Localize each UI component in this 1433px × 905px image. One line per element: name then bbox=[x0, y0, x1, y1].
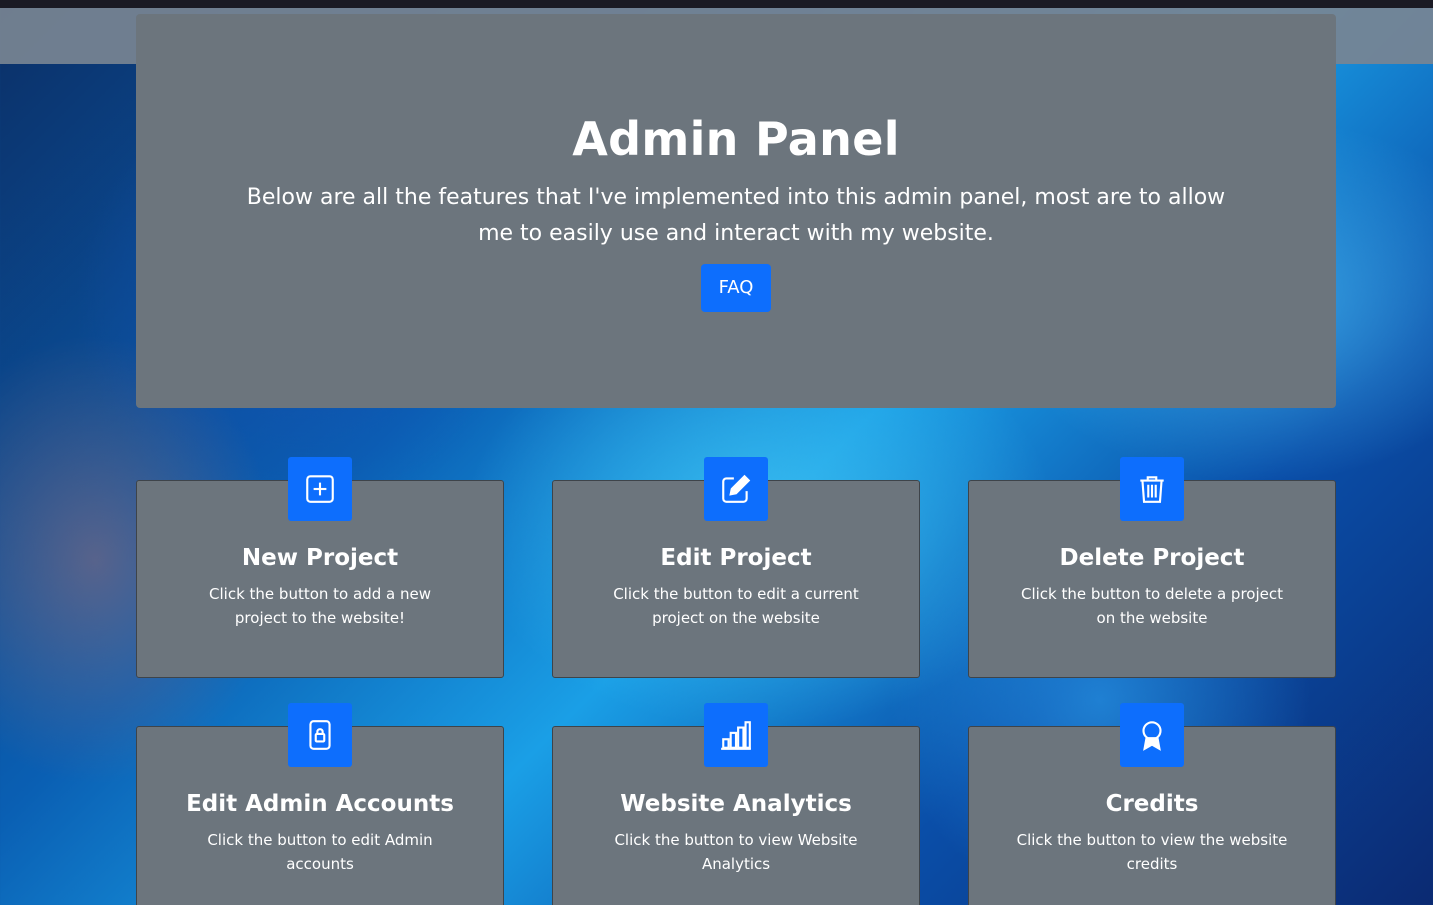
hero-panel: Admin Panel Below are all the features t… bbox=[136, 14, 1336, 408]
new-project-button[interactable] bbox=[288, 457, 352, 521]
card-description: Click the button to edit a current proje… bbox=[613, 585, 859, 627]
card-description: Click the button to add a new project to… bbox=[209, 585, 431, 627]
card-edit-admin-accounts: Edit Admin Accounts Click the button to … bbox=[136, 703, 504, 905]
card-edit-project: Edit Project Click the button to edit a … bbox=[552, 457, 920, 678]
card-new-project: New Project Click the button to add a ne… bbox=[136, 457, 504, 678]
card-title: Website Analytics bbox=[620, 791, 852, 817]
page-title: Admin Panel bbox=[572, 112, 900, 166]
card-title: Edit Project bbox=[660, 545, 812, 571]
card-credits: Credits Click the button to view the web… bbox=[968, 703, 1336, 905]
card-description: Click the button to edit Admin accounts bbox=[207, 831, 433, 873]
card-website-analytics: Website Analytics Click the button to vi… bbox=[552, 703, 920, 905]
edit-project-button[interactable] bbox=[704, 457, 768, 521]
lock-icon bbox=[309, 720, 331, 750]
pencil-square-icon bbox=[722, 474, 751, 503]
edit-admin-accounts-button[interactable] bbox=[288, 703, 352, 767]
faq-button[interactable]: FAQ bbox=[701, 264, 771, 312]
credits-button[interactable] bbox=[1120, 703, 1184, 767]
card-title: Edit Admin Accounts bbox=[186, 791, 454, 817]
card-description: Click the button to view Website Analyti… bbox=[614, 831, 858, 873]
card-description: Click the button to view the website cre… bbox=[1016, 831, 1288, 873]
hero-subtitle: Below are all the features that I've imp… bbox=[246, 185, 1226, 246]
card-delete-project: Delete Project Click the button to delet… bbox=[968, 457, 1336, 678]
website-analytics-button[interactable] bbox=[704, 703, 768, 767]
delete-project-button[interactable] bbox=[1120, 457, 1184, 521]
bar-chart-icon bbox=[721, 721, 751, 750]
card-title: New Project bbox=[241, 545, 399, 571]
trash-icon bbox=[1140, 476, 1164, 503]
award-icon bbox=[1142, 721, 1162, 751]
top-bar bbox=[0, 0, 1433, 8]
card-title: Credits bbox=[1105, 791, 1199, 817]
card-description: Click the button to delete a project on … bbox=[1020, 585, 1283, 627]
plus-square-icon bbox=[306, 475, 334, 503]
card-title: Delete Project bbox=[1059, 545, 1245, 571]
